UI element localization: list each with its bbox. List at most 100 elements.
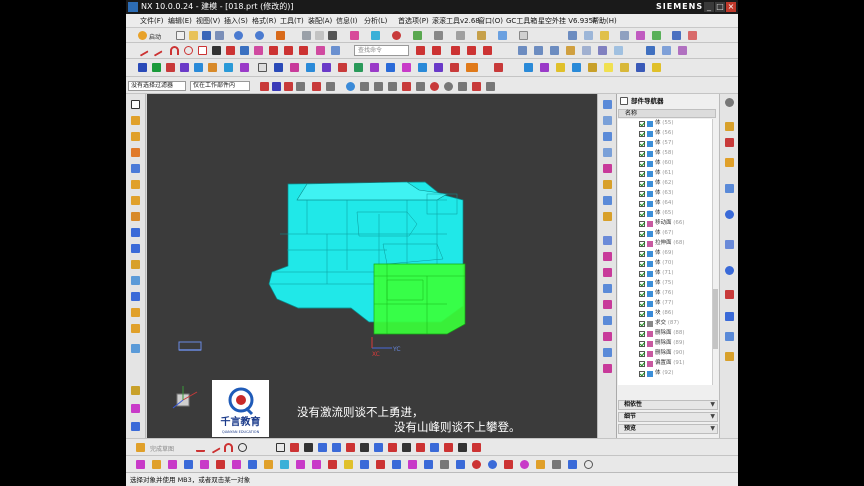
tab-constraint-navigator[interactable]	[725, 138, 734, 147]
details-panel-header[interactable]: 细节 ▼	[618, 412, 718, 422]
sketch-polygon-icon[interactable]	[290, 443, 299, 452]
plugin-icon-28[interactable]	[588, 63, 597, 72]
menu-analysis[interactable]: 分析(L)	[364, 14, 387, 28]
measure-icon[interactable]	[620, 31, 629, 40]
view-tool-3-icon[interactable]	[168, 460, 177, 469]
tab-web-browser[interactable]	[725, 210, 734, 219]
tree-row[interactable]: 体 (61)	[618, 169, 712, 178]
plugin-icon-19[interactable]	[418, 63, 427, 72]
tree-row[interactable]: 移动面 (66)	[618, 219, 712, 228]
right-tool-5-icon[interactable]	[603, 164, 612, 173]
menu-tools[interactable]: 工具(T)	[280, 14, 304, 28]
right-tool-9-icon[interactable]	[603, 236, 612, 245]
view-tool-13-icon[interactable]	[328, 460, 337, 469]
view-tool-17-icon[interactable]	[392, 460, 401, 469]
left-tool-11-icon[interactable]	[131, 276, 140, 285]
view-tool-6-icon[interactable]	[216, 460, 225, 469]
view-tool-4-icon[interactable]	[184, 460, 193, 469]
visibility-checkbox[interactable]	[639, 280, 645, 287]
snap-icon-8[interactable]	[360, 82, 369, 91]
sketch-arc-icon[interactable]	[224, 443, 233, 452]
snap-icon-3[interactable]	[284, 82, 293, 91]
plugin-icon-31[interactable]	[636, 63, 645, 72]
sketch-spline-icon[interactable]	[472, 443, 481, 452]
snap-icon-4[interactable]	[296, 82, 305, 91]
offset-face-icon[interactable]	[598, 46, 607, 55]
plugin-icon-1[interactable]	[138, 63, 147, 72]
highlighted-block-part[interactable]	[373, 263, 466, 335]
tree-scroll-thumb[interactable]	[713, 289, 718, 349]
sketch-intersect-icon[interactable]	[444, 443, 453, 452]
plugin-icon-30[interactable]	[620, 63, 629, 72]
snap-icon-7[interactable]	[346, 82, 355, 91]
snap-icon-10[interactable]	[388, 82, 397, 91]
plugin-icon-6[interactable]	[208, 63, 217, 72]
tree-row[interactable]: 体 (60)	[618, 159, 712, 168]
snap-icon-17[interactable]	[486, 82, 495, 91]
plugin-icon-20[interactable]	[434, 63, 443, 72]
trim-body-icon[interactable]	[566, 46, 575, 55]
plugin-icon-5[interactable]	[194, 63, 203, 72]
wcs-icon[interactable]	[392, 31, 401, 40]
point-icon[interactable]	[467, 46, 476, 55]
datum-icon[interactable]	[483, 46, 492, 55]
right-tool-11-icon[interactable]	[603, 268, 612, 277]
tree-row[interactable]: 体 (77)	[618, 299, 712, 308]
visibility-checkbox[interactable]	[639, 350, 645, 357]
tree-row[interactable]: 体 (92)	[618, 369, 712, 378]
plugin-icon-8[interactable]	[240, 63, 249, 72]
view-tool-2-icon[interactable]	[152, 460, 161, 469]
menu-gc-toolbox[interactable]: GC工具箱	[506, 14, 537, 28]
start-label[interactable]: 启动	[149, 32, 161, 41]
undo-icon[interactable]	[234, 31, 243, 40]
tree-row[interactable]: 体 (71)	[618, 269, 712, 278]
right-tool-12-icon[interactable]	[603, 284, 612, 293]
view-orient-icon[interactable]	[434, 31, 443, 40]
snap-icon-9[interactable]	[374, 82, 383, 91]
plugin-icon-21[interactable]	[450, 63, 459, 72]
minimize-button[interactable]: _	[704, 2, 714, 12]
view-tool-20-icon[interactable]	[440, 460, 449, 469]
visibility-checkbox[interactable]	[639, 340, 645, 347]
right-tool-13-icon[interactable]	[603, 300, 612, 309]
view-tool-22-icon[interactable]	[472, 460, 481, 469]
plugin-icon-14[interactable]	[338, 63, 347, 72]
menu-format[interactable]: 格式(R)	[252, 14, 276, 28]
visibility-checkbox[interactable]	[639, 210, 645, 217]
view-tool-5-icon[interactable]	[200, 460, 209, 469]
left-tool-9-icon[interactable]	[131, 244, 140, 253]
plugin-icon-32[interactable]	[652, 63, 661, 72]
sketch-convert-icon[interactable]	[458, 443, 467, 452]
shell-icon[interactable]	[614, 46, 623, 55]
redo-icon[interactable]	[255, 31, 264, 40]
bridge-curve-icon[interactable]	[284, 46, 293, 55]
right-tool-2-icon[interactable]	[603, 116, 612, 125]
plugin-icon-23[interactable]	[494, 63, 503, 72]
start-icon[interactable]	[138, 31, 147, 40]
view-tool-18-icon[interactable]	[408, 460, 417, 469]
visibility-checkbox[interactable]	[639, 180, 645, 187]
sketch-constraint-icon[interactable]	[416, 443, 425, 452]
selection-scope-select[interactable]: 仅在工作部件内	[190, 81, 250, 91]
finish-sketch-label[interactable]: 完成草图	[150, 444, 174, 453]
window-icon[interactable]	[498, 31, 507, 40]
sketch-chamfer-icon[interactable]	[332, 443, 341, 452]
edge-blend-icon[interactable]	[646, 46, 655, 55]
left-tool-10-icon[interactable]	[131, 260, 140, 269]
tree-row[interactable]: 体 (76)	[618, 289, 712, 298]
right-tool-1-icon[interactable]	[603, 100, 612, 109]
left-tool-6-icon[interactable]	[131, 196, 140, 205]
left-tool-3-icon[interactable]	[131, 148, 140, 157]
chamfer-icon[interactable]	[662, 46, 671, 55]
view-tool-9-icon[interactable]	[264, 460, 273, 469]
visibility-checkbox[interactable]	[639, 320, 645, 327]
right-tool-4-icon[interactable]	[603, 148, 612, 157]
view-tool-27-icon[interactable]	[552, 460, 561, 469]
visibility-checkbox[interactable]	[639, 270, 645, 277]
visibility-checkbox[interactable]	[639, 160, 645, 167]
unite-icon[interactable]	[518, 46, 527, 55]
visibility-checkbox[interactable]	[639, 330, 645, 337]
tab-system-scenes[interactable]	[725, 332, 734, 341]
line-icon[interactable]	[136, 44, 149, 57]
plugin-icon-18[interactable]	[402, 63, 411, 72]
